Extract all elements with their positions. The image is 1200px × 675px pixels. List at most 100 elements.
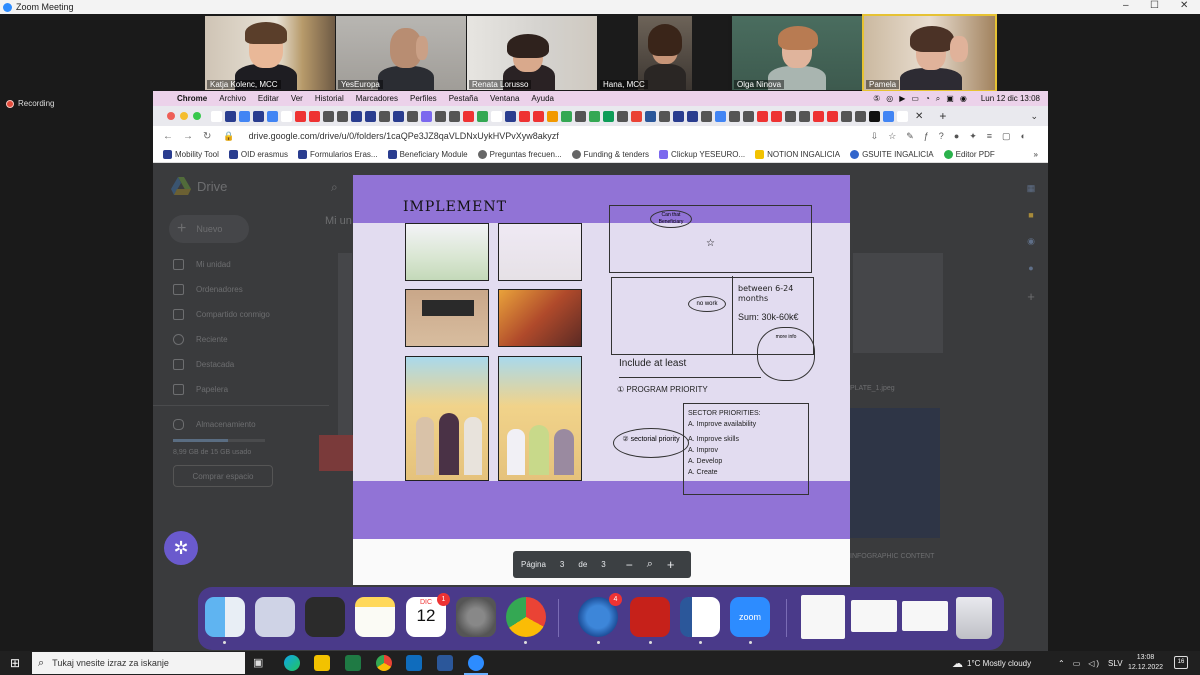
calculator-icon[interactable] — [305, 597, 345, 637]
pinned-tab-favicon[interactable] — [757, 110, 768, 122]
participant-tile[interactable]: Olga Ninova — [732, 16, 862, 90]
file-thumb-right[interactable] — [850, 408, 940, 538]
pinned-tab-favicon[interactable] — [841, 110, 852, 122]
close-dot-icon[interactable] — [167, 112, 175, 120]
chrome-taskbar-icon[interactable] — [376, 655, 392, 671]
pinned-tab-favicon[interactable] — [827, 110, 838, 122]
pinned-tab-favicon[interactable] — [351, 110, 362, 122]
system-preferences-icon[interactable] — [456, 597, 496, 637]
weather-widget[interactable]: ☁ 1°C Mostly cloudy — [952, 651, 1031, 675]
close-tab-icon[interactable]: ✕ — [915, 111, 923, 122]
pinned-tab-favicon[interactable] — [729, 110, 740, 122]
pinned-tab-favicon[interactable] — [561, 110, 572, 122]
menu-app-name[interactable]: Chrome — [177, 94, 207, 103]
thunderbird-icon[interactable]: 4 — [578, 593, 622, 637]
pinned-tab-favicon[interactable] — [603, 110, 614, 122]
status-icons[interactable]: ⑤◎▶▭◔⌕▣◉ — [873, 94, 973, 104]
minimize-dot-icon[interactable] — [180, 112, 188, 120]
zoom-app-icon[interactable]: zoom — [730, 597, 770, 637]
bookmark[interactable]: Formularios Eras... — [298, 149, 378, 159]
pinned-tab-favicon[interactable] — [309, 110, 320, 122]
pinned-tab-favicon[interactable] — [281, 110, 292, 122]
pinned-tab-favicon[interactable] — [575, 110, 586, 122]
breadcrumb[interactable]: Mi un — [325, 215, 352, 227]
task-view-icon[interactable]: ▣ — [253, 656, 263, 669]
pinned-tab-favicon[interactable] — [659, 110, 670, 122]
contacts-icon[interactable]: ● — [1028, 263, 1033, 273]
nav-starred[interactable]: Destacada — [173, 359, 234, 370]
pinned-tab-favicon[interactable] — [421, 110, 432, 122]
edge-icon[interactable] — [284, 655, 300, 671]
bookmark[interactable]: GSUITE INGALICIA — [850, 149, 934, 159]
new-button[interactable]: + Nuevo — [169, 215, 249, 243]
search-icon[interactable]: ⌕ — [331, 180, 338, 195]
bookmark[interactable]: Funding & tenders — [571, 149, 649, 159]
trash-bin-icon[interactable] — [956, 597, 992, 639]
pinned-tab-favicon[interactable] — [617, 110, 628, 122]
pinned-tab-favicon[interactable] — [449, 110, 460, 122]
file-thumb-right[interactable] — [853, 253, 943, 353]
pinned-tab-favicon[interactable] — [239, 110, 250, 122]
bookmark[interactable]: Mobility Tool — [163, 149, 219, 159]
system-tray[interactable]: ⌃ ▭ ◁) — [1058, 651, 1101, 675]
pinned-tab-favicon[interactable] — [295, 110, 306, 122]
pinned-tab-favicon[interactable] — [701, 110, 712, 122]
notes-icon[interactable] — [355, 597, 395, 637]
pinned-tab-favicons[interactable] — [211, 110, 911, 122]
bookmark[interactable]: Editor PDF — [943, 149, 995, 159]
taskbar-clock[interactable]: 13:08 12.12.2022 — [1128, 653, 1163, 673]
pinned-tab-favicon[interactable] — [393, 110, 404, 122]
file-name[interactable]: PLATE_1.jpeg — [850, 385, 895, 392]
pinned-tab-favicon[interactable] — [785, 110, 796, 122]
pinned-tab-favicon[interactable] — [519, 110, 530, 122]
keep-icon[interactable]: ■ — [1028, 210, 1033, 220]
notifications-icon[interactable]: 16 — [1174, 656, 1188, 669]
pinned-tab-favicon[interactable] — [323, 110, 334, 122]
bookmark[interactable]: Clickup YESEURO... — [659, 149, 745, 159]
pinned-tab-favicon[interactable] — [267, 110, 278, 122]
tab-search-icon[interactable]: ⌄ — [1030, 111, 1038, 122]
forward-icon[interactable]: → — [183, 131, 193, 142]
zoom-in-icon[interactable]: + — [667, 557, 675, 572]
pinned-tab-favicon[interactable] — [715, 110, 726, 122]
more-bookmarks-icon[interactable]: » — [1034, 150, 1038, 159]
launchpad-icon[interactable] — [255, 597, 295, 637]
acrobat-icon[interactable] — [630, 597, 670, 637]
pinned-tab-favicon[interactable] — [463, 110, 474, 122]
zoom-magnifier-icon[interactable]: ⌕ — [647, 558, 653, 571]
reload-icon[interactable]: ↻ — [203, 131, 211, 142]
language-indicator[interactable]: SLV — [1108, 651, 1123, 675]
menu-item[interactable]: Marcadores — [356, 94, 398, 103]
explorer-icon[interactable] — [314, 655, 330, 671]
nav-recent[interactable]: Reciente — [173, 334, 228, 345]
pinned-tab-favicon[interactable] — [743, 110, 754, 122]
menu-item[interactable]: Ver — [291, 94, 303, 103]
pinned-tab-favicon[interactable] — [365, 110, 376, 122]
zoom-taskbar-icon[interactable] — [468, 655, 484, 671]
menu-item[interactable]: Pestaña — [449, 94, 478, 103]
menu-item[interactable]: Archivo — [219, 94, 246, 103]
chrome-icon[interactable] — [506, 597, 546, 637]
back-icon[interactable]: ← — [163, 131, 173, 142]
menu-item[interactable]: Ventana — [490, 94, 519, 103]
new-tab-icon[interactable]: + — [939, 109, 946, 123]
pinned-tab-favicon[interactable] — [799, 110, 810, 122]
file-name[interactable]: INFOGRAPHIC CONTENT — [850, 553, 934, 560]
zoom-dot-icon[interactable] — [193, 112, 201, 120]
calendar-icon[interactable]: ▦ — [1027, 183, 1036, 194]
pinned-tab-favicon[interactable] — [687, 110, 698, 122]
pinned-tab-favicon[interactable] — [673, 110, 684, 122]
word-icon[interactable] — [680, 597, 720, 637]
drive-logo[interactable]: Drive — [171, 177, 227, 195]
file-thumb-left[interactable] — [338, 253, 352, 453]
buy-storage-button[interactable]: Comprar espacio — [173, 465, 273, 487]
recent-document-icon[interactable] — [801, 595, 845, 639]
minimize-button[interactable]: – — [1123, 0, 1129, 11]
pinned-tab-favicon[interactable] — [379, 110, 390, 122]
pinned-tab-favicon[interactable] — [631, 110, 642, 122]
volume-icon[interactable]: ◁) — [1088, 659, 1101, 668]
bookmark[interactable]: Preguntas frecuen... — [477, 149, 562, 159]
pinned-tab-favicon[interactable] — [897, 110, 908, 122]
pinned-tab-favicon[interactable] — [505, 110, 516, 122]
pinned-tab-favicon[interactable] — [337, 110, 348, 122]
